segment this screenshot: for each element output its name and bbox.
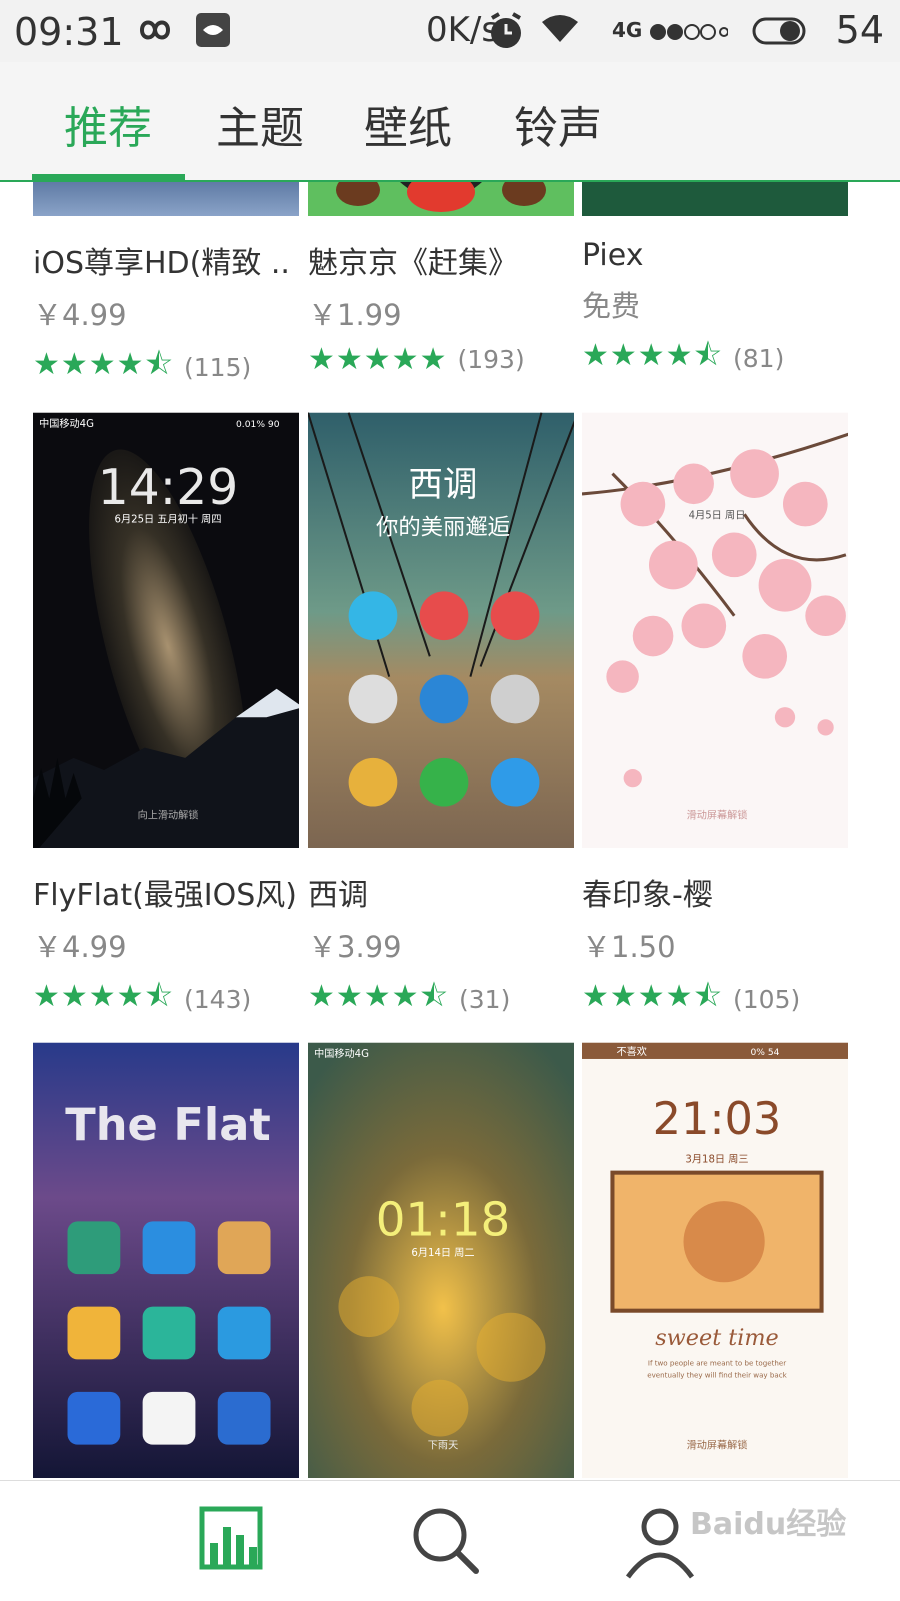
preview-status-left: 不喜欢 [617,1045,647,1058]
theme-card[interactable]: 魅京京《赶集》 ￥1.99 ★★★★★ (193) [308,180,578,377]
notification-app-icon [195,12,231,52]
wifi-icon [540,12,580,50]
theme-thumbnail[interactable]: 中国移动4G 0.01% 90 14:29 6月25日 五月初十 周四 向上滑动… [33,412,299,848]
theme-thumbnail[interactable] [33,180,299,216]
tab-wallpapers[interactable]: 壁纸 [364,92,452,156]
preview-date: 6月25日 五月初十 周四 [115,512,222,525]
theme-price: 免费 [582,289,641,323]
theme-card[interactable]: iOS尊享HD(精致 .. ￥4.99 ★★★★⯪ (115) [33,180,303,393]
preview-unlock: 滑动屏幕解锁 [687,1439,748,1452]
preview-unlock: 向上滑动解锁 [138,809,199,822]
preview-date: 4月5日 周日 [689,509,746,521]
category-tabs: 推荐 主题 壁纸 铃声 [0,62,900,182]
rating-stars: ★★★★⯪ [308,979,449,1014]
tab-recommend[interactable]: 推荐 [64,92,152,156]
theme-thumbnail[interactable]: 中国移动4G 01:18 6月14日 周二 下雨天 [308,1042,574,1478]
theme-rating: ★★★★★ (193) [308,342,578,377]
theme-title: 西调 [308,878,368,913]
theme-rating: ★★★★⯪ (115) [33,342,303,393]
preview-date: 6月14日 周二 [411,1247,474,1259]
theme-thumbnail[interactable] [308,180,574,216]
bottom-navigation: Baidu经验 [0,1480,900,1601]
rating-count: (31) [459,985,511,1014]
theme-title: 春印象-樱 [582,878,713,913]
theme-card[interactable]: 中国移动4G 01:18 6月14日 周二 下雨天 [308,1042,578,1478]
nav-recommend[interactable] [196,1503,276,1583]
preview-unlock: 滑动屏幕解锁 [687,809,748,822]
theme-thumbnail[interactable]: 4月5日 周日 滑动屏幕解锁 [582,412,848,848]
battery-level: 54 [835,8,884,52]
nav-profile[interactable] [620,1503,700,1583]
preview-headline: The Flat [65,1099,270,1151]
theme-price: ￥4.99 [33,298,127,332]
chart-bars-icon [199,1506,263,1570]
infinity-icon [130,12,180,52]
theme-thumbnail[interactable]: 不喜欢 0% 54 21:03 3月18日 周三 sweet time If t… [582,1042,848,1478]
theme-price: ￥1.99 [308,298,402,332]
preview-unlock: 下雨天 [428,1441,458,1452]
theme-title: Piex [582,238,644,273]
theme-title: 魅京京《赶集》 [308,246,518,281]
rating-count: (143) [184,985,252,1014]
signal-icon [648,21,729,47]
preview-status-right: 0% 54 [750,1048,779,1058]
toggle-icon [752,16,806,50]
preview-caption: eventually they will find their way back [647,1371,787,1380]
preview-headline: 西调 [409,465,478,505]
rating-stars: ★★★★★ [308,342,448,377]
theme-thumbnail[interactable]: 西调 你的美丽邂逅 [308,412,574,848]
nav-search[interactable] [408,1503,488,1583]
theme-card[interactable]: Piex 免费 ★★★★⯪ (81) [582,180,852,384]
theme-card[interactable]: 中国移动4G 0.01% 90 14:29 6月25日 五月初十 周四 向上滑动… [33,412,303,1025]
theme-rating: ★★★★⯪ (105) [582,974,852,1025]
preview-clock: 21:03 [653,1093,782,1145]
theme-card[interactable]: 西调 你的美丽邂逅 西调 ￥3.99 ★★★★⯪ (31) [308,412,578,1025]
rating-stars: ★★★★⯪ [582,979,723,1014]
preview-caption: If two people are meant to be together [648,1359,786,1368]
theme-price: ￥3.99 [308,930,402,964]
rating-count: (115) [184,353,252,382]
alarm-icon [488,12,524,54]
tab-themes[interactable]: 主题 [216,92,304,156]
tab-ringtones[interactable]: 铃声 [514,92,602,156]
preview-carrier: 中国移动4G [314,1047,369,1060]
theme-thumbnail[interactable]: The Flat [33,1042,299,1478]
preview-clock: 14:29 [98,460,238,516]
theme-card[interactable]: 不喜欢 0% 54 21:03 3月18日 周三 sweet time If t… [582,1042,852,1478]
theme-rating: ★★★★⯪ (143) [33,974,303,1025]
status-time: 09:31 [14,10,124,54]
preview-script: sweet time [655,1325,779,1351]
preview-date: 3月18日 周三 [685,1153,748,1165]
rating-stars: ★★★★⯪ [582,338,723,373]
theme-grid: iOS尊享HD(精致 .. ￥4.99 ★★★★⯪ (115) 魅京京《赶集》 ￥… [0,180,900,1480]
theme-title: FlyFlat(最强IOS风) [33,878,297,913]
theme-card[interactable]: 4月5日 周日 滑动屏幕解锁 春印象-樱 ￥1.50 ★★★★⯪ (105) [582,412,852,1025]
status-bar: 09:31 0K/s 4G 54 [0,0,900,62]
theme-card[interactable]: The Flat [33,1042,303,1478]
preview-carrier: 中国移动4G [39,417,94,430]
theme-price: ￥1.50 [582,930,676,964]
rating-stars: ★★★★⯪ [33,979,174,1014]
theme-price: ￥4.99 [33,930,127,964]
baidu-watermark: Baidu经验 [690,1507,847,1542]
preview-battery: 0.01% 90 [236,420,280,430]
rating-count: (193) [457,345,525,374]
theme-title: iOS尊享HD(精致 .. [33,246,290,281]
theme-thumbnail[interactable] [582,180,848,216]
search-icon [413,1508,479,1574]
rating-stars: ★★★★⯪ [33,347,174,382]
theme-rating: ★★★★⯪ (81) [582,333,852,384]
network-type: 4G [612,18,643,42]
preview-clock: 01:18 [376,1194,511,1248]
rating-count: (81) [733,344,785,373]
active-tab-indicator [32,174,185,180]
theme-rating: ★★★★⯪ (31) [308,974,578,1025]
preview-subline: 你的美丽邂逅 [376,515,510,541]
rating-count: (105) [733,985,801,1014]
person-icon [625,1508,695,1579]
